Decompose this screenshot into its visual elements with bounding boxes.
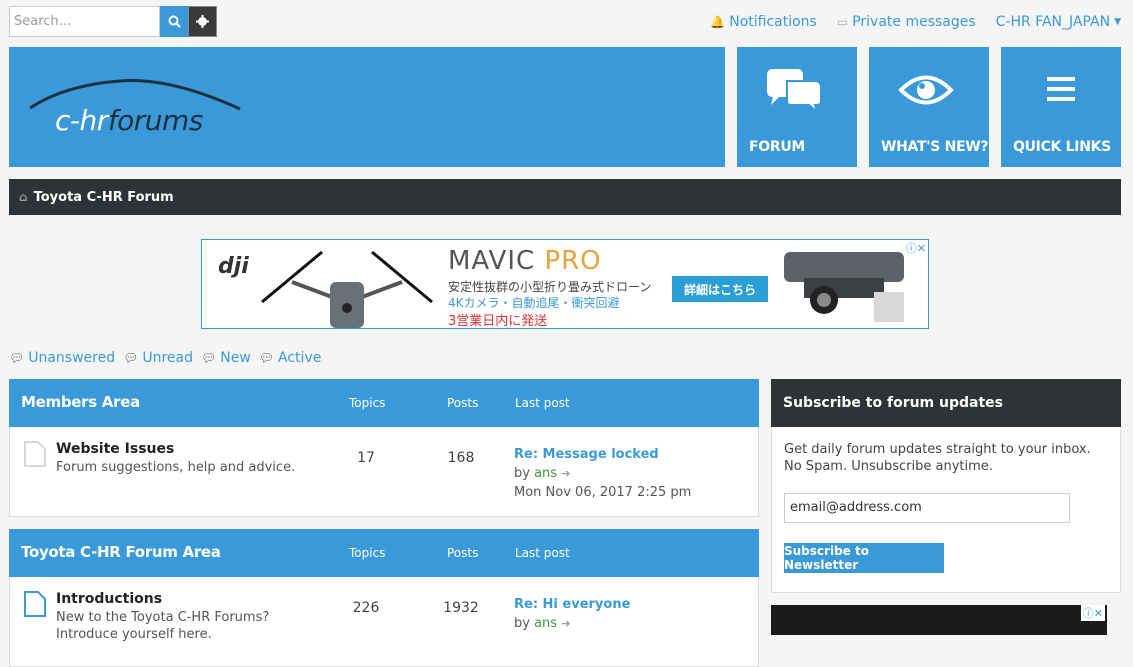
posts-count: 168 [447,450,475,466]
nav-quick-links-label: QUICK LINKS [1013,139,1111,155]
breadcrumb-home-link[interactable]: Toyota C-HR Forum [34,190,174,205]
col-topics: Topics [349,396,386,410]
active-link[interactable]: Active [278,350,321,366]
nav-forum[interactable]: FORUM [737,47,857,167]
speech-bubble-icon: 💬︎ [201,351,217,365]
subscribe-body: Get daily forum updates straight to your… [771,427,1121,593]
new-link[interactable]: New [220,350,251,366]
nav-quick-links[interactable]: QUICK LINKS [1001,47,1121,167]
ad-camera-image [784,252,904,322]
last-post-user[interactable]: ans [534,616,557,631]
speech-bubbles-icon: 💬︎ [258,351,275,365]
topics-count: 226 [352,600,380,616]
category-header: Toyota C-HR Forum Area Topics Posts Last… [9,529,759,577]
forum-category-members: Members Area Topics Posts Last post Webs… [9,379,759,517]
username: C-HR FAN_JAPAN [995,14,1111,30]
search-icon [168,15,181,28]
nav-whats-new-label: WHAT'S NEW? [881,139,989,155]
arrow-right-icon[interactable]: ➔ [561,467,570,480]
last-post-by: by [514,616,535,631]
inbox-icon: ▭ [836,15,849,29]
drone-image [261,250,433,328]
user-menu[interactable]: C-HR FAN_JAPAN ▼ [996,14,1121,30]
col-posts: Posts [447,546,479,560]
forum-title[interactable]: Introductions [56,591,162,607]
logo-text-part2: forums [107,104,204,137]
ad-line-1: 安定性抜群の小型折り畳み式ドローン [448,280,652,294]
category-header: Members Area Topics Posts Last post [9,379,759,427]
last-post-date: Mon Nov 06, 2017 2:25 pm [514,485,692,500]
unread-link[interactable]: Unread [142,350,193,366]
quick-links: 💬︎ Unanswered 💬︎ Unread 💬︎ New 💬︎ Active [9,350,321,366]
forum-row: Introductions New to the Toyota C-HR For… [9,577,759,667]
search-button[interactable] [160,6,188,37]
last-post: Re: Message locked by ans ➔ Mon Nov 06, … [514,445,691,502]
ad-banner[interactable]: dji MAVIC PRO 安定性抜群の小型折り畳み式ドローン 4Kカメラ・自動… [201,239,929,329]
search-input[interactable]: Search… [9,6,160,37]
chevron-down-icon: ▼ [1114,17,1121,27]
col-topics: Topics [349,546,386,560]
posts-count: 1932 [443,600,479,616]
home-icon: ⌂ [19,190,28,204]
site-logo-banner[interactable]: c-hrforums [9,47,725,167]
unanswered-link[interactable]: Unanswered [28,350,115,366]
top-bar: Search… 🔔 Notifications ▭ Private messages… [0,0,1133,44]
subscribe-title: Subscribe to forum updates [771,379,1121,427]
forum-description: New to the Toyota C-HR Forums? [56,610,270,625]
last-post-title[interactable]: Re: Hi everyone [514,597,630,612]
bell-icon: 🔔 [710,15,726,29]
last-post-title[interactable]: Re: Message locked [514,447,659,462]
subscribe-panel: Subscribe to forum updates Get daily for… [771,379,1121,593]
logo-text-part1: c-hr [55,104,108,137]
email-field[interactable]: email@address.com [784,493,1070,523]
ad-close-icon[interactable]: ⓘ✕ [1080,605,1105,621]
forum-row: Website Issues Forum suggestions, help a… [9,427,759,517]
last-post: Re: Hi everyone by ans ➔ [514,595,630,633]
ad-line-3: 3営業日内に発送 [448,314,548,329]
col-last-post: Last post [515,546,570,560]
speech-bubble-icon: 💬︎ [123,351,139,365]
ad-cta-button[interactable]: 詳細はこちら [672,276,768,302]
forum-description-line2: Introduce yourself here. [56,627,212,642]
notifications-label: Notifications [729,14,817,30]
topics-count: 17 [357,450,375,466]
notifications-link[interactable]: 🔔 Notifications [710,14,817,30]
nav-whats-new[interactable]: WHAT'S NEW? [869,47,989,167]
category-title[interactable]: Members Area [21,393,140,411]
hamburger-menu-icon [1047,77,1075,101]
ad-title-main: MAVIC [448,246,545,276]
forum-title[interactable]: Website Issues [56,441,174,457]
col-last-post: Last post [515,396,570,410]
breadcrumb: ⌂ Toyota C-HR Forum [9,179,1121,215]
sidebar-ad[interactable]: ⓘ✕ [771,605,1107,635]
private-messages-label: Private messages [852,14,976,30]
logo-text: c-hrforums [55,104,203,137]
gear-icon [196,15,209,28]
ad-title: MAVIC PRO [448,246,602,276]
ad-brand-logo: dji [218,254,249,279]
ad-close-icon[interactable]: ⓘ✕ [906,240,926,256]
ad-line-2: 4Kカメラ・自動追尾・衝突回避 [448,296,620,310]
category-title[interactable]: Toyota C-HR Forum Area [21,543,221,561]
speech-bubble-icon: 💬︎ [9,351,25,365]
forum-category-toyota: Toyota C-HR Forum Area Topics Posts Last… [9,529,759,667]
speech-bubbles-icon [767,69,822,113]
nav-forum-label: FORUM [749,139,806,155]
eye-icon [898,75,954,105]
last-post-by: by [514,466,535,481]
ad-title-accent: PRO [544,246,602,276]
subscribe-button[interactable]: Subscribe to Newsletter [784,543,944,573]
forum-unread-icon [24,591,46,617]
subscribe-text: Get daily forum updates straight to your… [784,442,1091,474]
last-post-user[interactable]: ans [534,466,557,481]
advanced-search-button[interactable] [188,6,217,37]
col-posts: Posts [447,396,479,410]
arrow-right-icon[interactable]: ➔ [561,617,570,630]
forum-description: Forum suggestions, help and advice. [56,460,296,475]
private-messages-link[interactable]: ▭ Private messages [837,14,976,30]
forum-read-icon [24,441,46,467]
